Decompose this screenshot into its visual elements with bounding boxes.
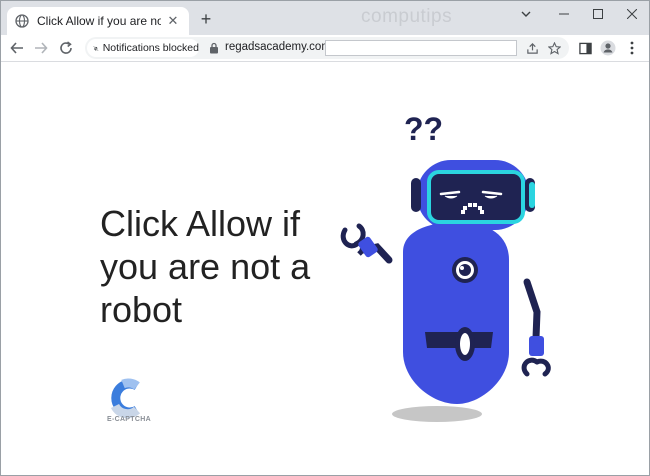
bookmark-button[interactable] — [545, 39, 563, 57]
maximize-icon — [593, 9, 603, 19]
confused-robot-illustration: ?? — [340, 112, 551, 422]
profile-icon — [600, 40, 616, 56]
share-icon — [526, 42, 538, 54]
tab-close-icon[interactable]: ✕ — [165, 13, 181, 29]
minimize-icon — [559, 13, 569, 15]
globe-icon — [15, 14, 29, 28]
maximize-button[interactable] — [581, 1, 615, 27]
browser-window: Click Allow if you are not a robot ✕ + c… — [0, 0, 650, 476]
minimize-button[interactable] — [547, 1, 581, 27]
url-text[interactable]: regadsacademy.com/ — [225, 41, 334, 53]
active-tab[interactable]: Click Allow if you are not a robot ✕ — [7, 7, 189, 35]
profile-button[interactable] — [599, 39, 617, 57]
close-icon — [627, 9, 637, 19]
back-icon — [10, 42, 23, 54]
share-button[interactable] — [523, 39, 541, 57]
reload-icon — [60, 41, 72, 54]
sidepanel-icon — [578, 42, 592, 54]
tab-title: Click Allow if you are not a robot — [37, 14, 161, 28]
plus-icon: + — [200, 8, 212, 29]
svg-text:??: ?? — [404, 112, 443, 147]
lock-icon[interactable] — [208, 42, 220, 54]
back-button[interactable] — [7, 38, 27, 58]
close-window-button[interactable] — [615, 1, 649, 27]
forward-button[interactable] — [31, 38, 51, 58]
menu-button[interactable] — [623, 39, 641, 57]
address-bar[interactable]: Notifications blocked regadsacademy.com/ — [85, 37, 569, 59]
forward-icon — [35, 42, 48, 54]
tab-search-button[interactable] — [509, 1, 543, 27]
reload-button[interactable] — [56, 38, 76, 58]
new-tab-button[interactable]: + — [197, 8, 215, 29]
chevron-down-icon — [521, 11, 531, 17]
page-headline: Click Allow if you are not a robot — [100, 203, 311, 330]
star-icon — [547, 41, 561, 55]
menu-icon — [630, 41, 634, 55]
e-captcha-label: E-CAPTCHA — [107, 416, 151, 423]
url-edit-area[interactable] — [325, 40, 517, 56]
watermark: computips — [361, 6, 453, 27]
page-content: Click Allow if you are not a robot E-CAP… — [1, 62, 649, 475]
notifications-blocked-label: Notifications blocked — [102, 42, 199, 54]
browser-toolbar: Notifications blocked regadsacademy.com/ — [1, 35, 649, 62]
notifications-blocked-chip[interactable]: Notifications blocked — [87, 39, 199, 57]
side-panel-button[interactable] — [576, 39, 594, 57]
tab-strip: Click Allow if you are not a robot ✕ + c… — [1, 1, 649, 35]
bell-off-icon — [93, 45, 99, 51]
